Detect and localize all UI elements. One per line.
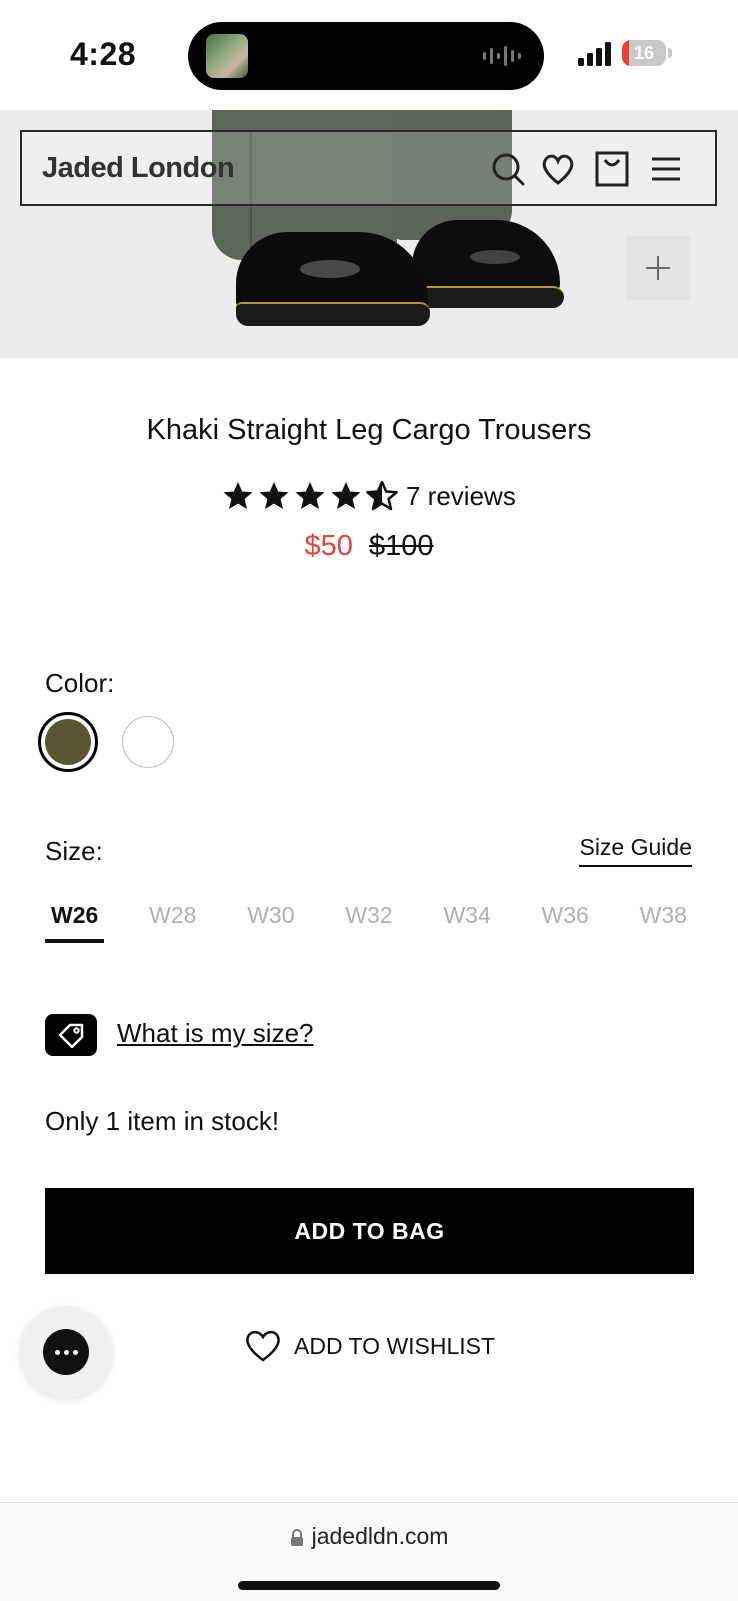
size-label: Size: bbox=[45, 836, 103, 866]
home-indicator[interactable] bbox=[238, 1581, 500, 1590]
browser-url-bar[interactable]: jadedldn.com bbox=[0, 1502, 738, 1601]
star-icon bbox=[259, 482, 289, 509]
add-to-wishlist-button[interactable]: ADD TO WISHLIST bbox=[244, 1326, 495, 1366]
color-swatch-white[interactable] bbox=[122, 716, 174, 768]
url-display[interactable]: jadedldn.com bbox=[0, 1523, 738, 1550]
original-price: $100 bbox=[368, 530, 434, 562]
add-to-bag-button[interactable]: ADD TO BAG bbox=[45, 1188, 694, 1274]
audio-wave-icon bbox=[483, 46, 521, 66]
size-help-badge[interactable] bbox=[45, 1014, 97, 1056]
status-time: 4:28 bbox=[70, 36, 137, 72]
size-option-w26[interactable]: W26 bbox=[45, 898, 105, 943]
size-option-w30[interactable]: W30 bbox=[241, 898, 300, 943]
size-option-w36[interactable]: W36 bbox=[536, 898, 595, 943]
what-is-my-size-link[interactable]: What is my size? bbox=[117, 1018, 314, 1049]
size-option-w32[interactable]: W32 bbox=[339, 898, 398, 943]
size-option-w28[interactable]: W28 bbox=[143, 898, 202, 943]
lock-icon bbox=[290, 1528, 303, 1546]
size-option-w38[interactable]: W38 bbox=[634, 898, 693, 943]
cell-signal-icon bbox=[578, 42, 611, 66]
size-selector: W26 W28 W30 W32 W34 W36 W38 bbox=[45, 898, 693, 943]
heart-icon bbox=[246, 1330, 280, 1362]
battery-indicator: 16 bbox=[622, 40, 672, 68]
dynamic-island[interactable] bbox=[188, 22, 544, 90]
reviews-count[interactable]: 7 reviews bbox=[406, 481, 516, 512]
heart-icon[interactable] bbox=[540, 150, 576, 188]
tag-icon bbox=[58, 1023, 84, 1048]
stock-notice: Only 1 item in stock! bbox=[45, 1106, 280, 1136]
zoom-button[interactable] bbox=[626, 236, 690, 300]
price: $50 $100 bbox=[0, 530, 738, 563]
search-icon[interactable] bbox=[490, 150, 526, 188]
wishlist-label: ADD TO WISHLIST bbox=[294, 1332, 496, 1359]
status-bar: 4:28 16 bbox=[0, 0, 738, 110]
chat-button[interactable] bbox=[20, 1306, 112, 1398]
site-header: Jaded London bbox=[20, 130, 717, 206]
star-icon bbox=[366, 480, 398, 511]
sale-price: $50 bbox=[304, 530, 353, 562]
now-playing-thumbnail bbox=[206, 34, 248, 78]
product-rating[interactable]: 7 reviews bbox=[222, 476, 516, 516]
rating-stars bbox=[222, 480, 398, 512]
product-title: Khaki Straight Leg Cargo Trousers bbox=[146, 414, 592, 446]
plus-icon bbox=[646, 256, 670, 280]
star-icon bbox=[331, 482, 361, 509]
menu-icon[interactable] bbox=[648, 150, 684, 188]
brand-logo[interactable]: Jaded London bbox=[42, 152, 235, 185]
url-text: jadedldn.com bbox=[311, 1523, 449, 1549]
color-swatch-khaki[interactable] bbox=[38, 712, 98, 772]
size-option-w34[interactable]: W34 bbox=[437, 898, 496, 943]
bag-icon[interactable] bbox=[594, 150, 630, 188]
star-icon bbox=[295, 482, 325, 509]
star-icon bbox=[223, 482, 253, 509]
battery-percent: 16 bbox=[633, 43, 655, 63]
chat-icon bbox=[43, 1329, 89, 1375]
size-guide-link[interactable]: Size Guide bbox=[579, 834, 692, 867]
color-label: Color: bbox=[45, 668, 115, 698]
